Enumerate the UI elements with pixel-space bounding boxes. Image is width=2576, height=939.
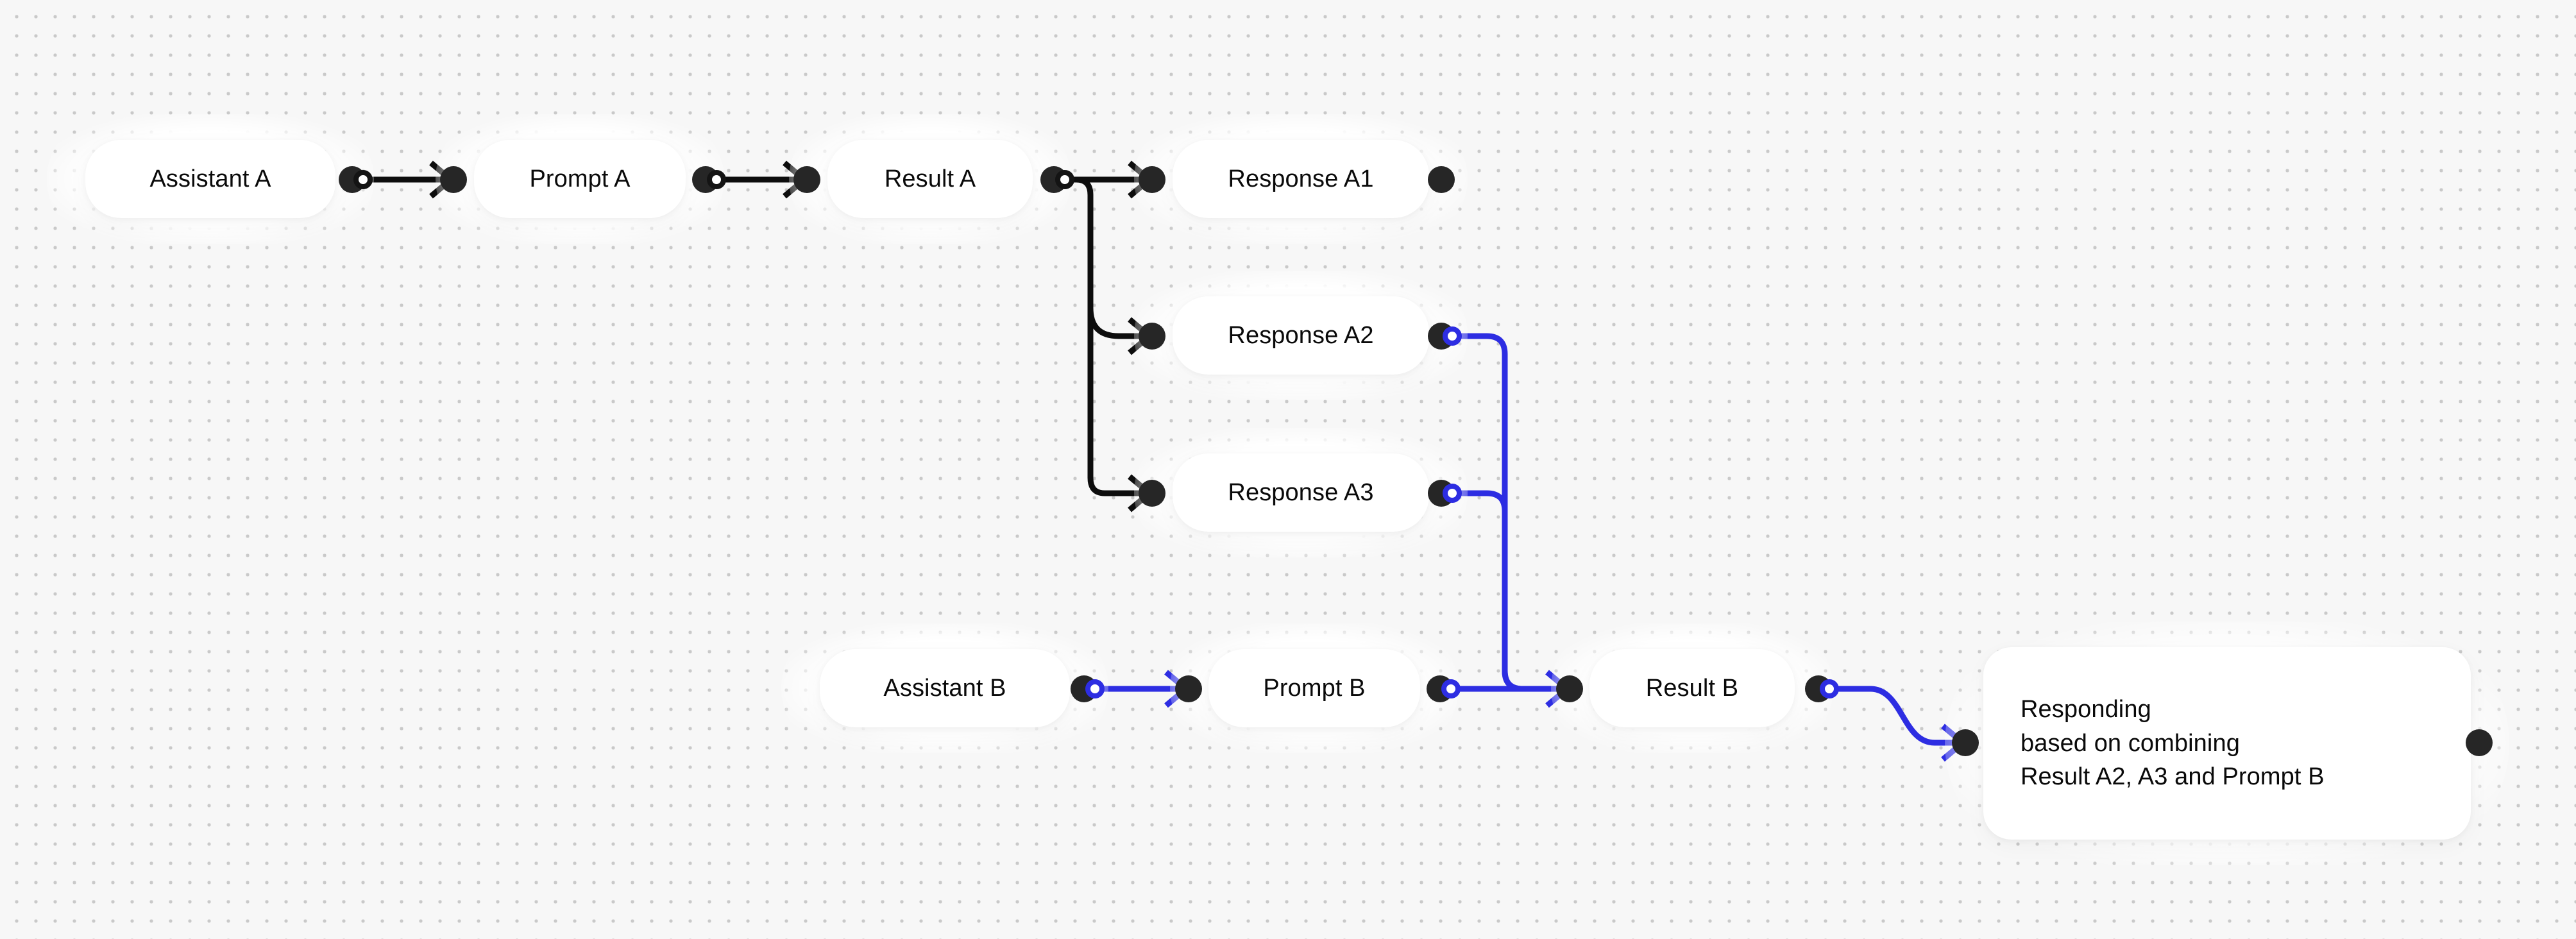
node-prompt-b[interactable]: Prompt B xyxy=(1208,649,1420,727)
node-assistant-a[interactable]: Assistant A xyxy=(85,140,335,218)
edge-response-a2-to-result-b xyxy=(1451,333,1565,692)
port-ring-prompt-a-output[interactable] xyxy=(707,170,726,189)
port-prompt-b-input[interactable] xyxy=(1175,675,1202,702)
node-response-a1[interactable]: Response A1 xyxy=(1173,140,1429,218)
port-ring-assistant-b-output[interactable] xyxy=(1085,679,1105,698)
node-assistant-b[interactable]: Assistant B xyxy=(820,649,1070,727)
node-response-a3[interactable]: Response A3 xyxy=(1173,453,1429,532)
port-response-a2-input[interactable] xyxy=(1139,323,1165,350)
port-result-a-input[interactable] xyxy=(793,166,820,193)
node-response-a2[interactable]: Response A2 xyxy=(1173,296,1429,375)
node-label: Prompt B xyxy=(1263,674,1366,702)
port-ring-response-a3-output[interactable] xyxy=(1443,484,1462,503)
port-ring-result-b-output[interactable] xyxy=(1820,679,1839,698)
edge-result-b-to-final xyxy=(1828,686,1961,746)
port-final-input[interactable] xyxy=(1952,729,1979,756)
node-label: Result A xyxy=(884,165,976,192)
edge-result-a-branch-trunk xyxy=(1063,176,1148,496)
port-final-output[interactable] xyxy=(2466,729,2493,756)
node-label: Responding based on combining Result A2,… xyxy=(2021,696,2325,791)
port-response-a1-input[interactable] xyxy=(1139,166,1165,193)
flow-canvas[interactable]: Assistant A Prompt A Result A Response A… xyxy=(0,0,2576,939)
port-prompt-a-input[interactable] xyxy=(440,166,467,193)
port-result-b-input[interactable] xyxy=(1556,675,1583,702)
node-final-response[interactable]: Responding based on combining Result A2,… xyxy=(1983,647,2471,840)
node-label: Assistant A xyxy=(149,165,271,192)
node-label: Response A3 xyxy=(1228,478,1374,506)
edge-response-a3-to-result-b xyxy=(1451,490,1565,692)
port-ring-assistant-a-output[interactable] xyxy=(353,170,373,189)
port-ring-result-a-output[interactable] xyxy=(1055,170,1074,189)
node-result-b[interactable]: Result B xyxy=(1589,649,1795,727)
node-label: Assistant B xyxy=(883,674,1006,702)
node-label: Result B xyxy=(1645,674,1739,702)
node-label: Response A2 xyxy=(1228,321,1374,349)
node-result-a[interactable]: Result A xyxy=(827,140,1033,218)
port-response-a1-output[interactable] xyxy=(1428,166,1455,193)
port-response-a3-input[interactable] xyxy=(1139,480,1165,507)
node-label: Prompt A xyxy=(529,165,631,192)
node-label: Response A1 xyxy=(1228,165,1374,192)
port-ring-response-a2-output[interactable] xyxy=(1443,326,1462,346)
port-ring-prompt-b-output[interactable] xyxy=(1441,679,1461,698)
node-prompt-a[interactable]: Prompt A xyxy=(474,140,686,218)
